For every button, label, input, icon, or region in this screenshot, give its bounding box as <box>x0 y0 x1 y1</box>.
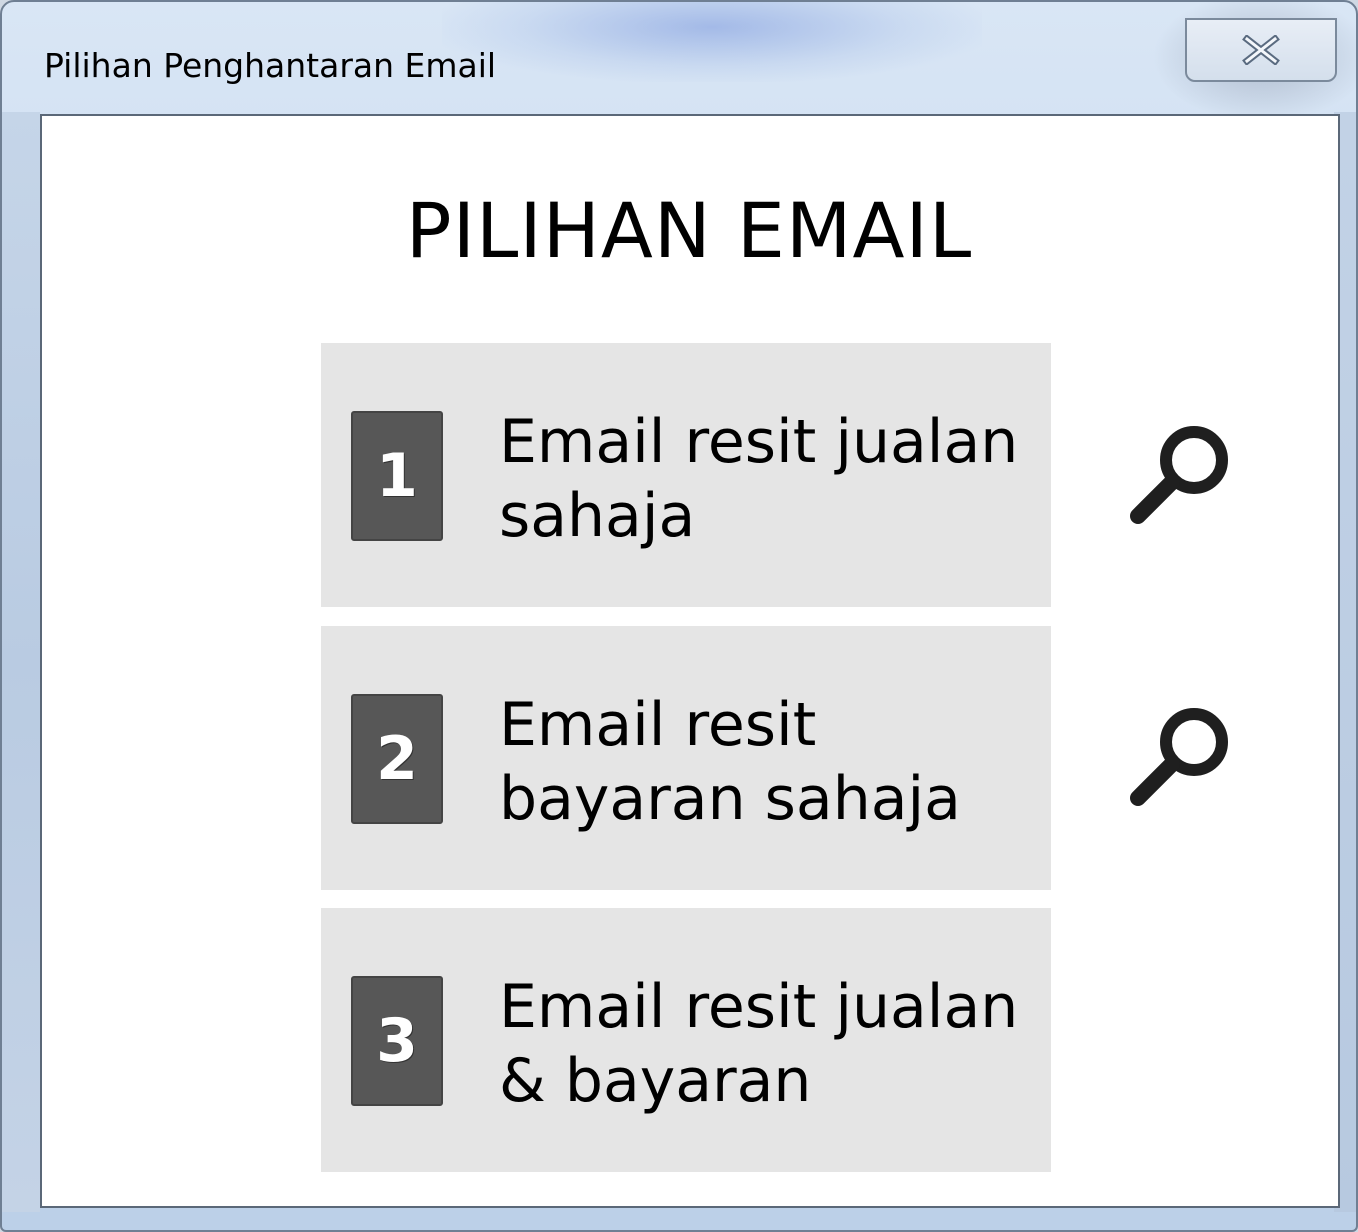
magnifier-icon <box>1126 426 1236 534</box>
option-number-badge: 3 <box>351 976 443 1106</box>
option-label: Email resit bayaran sahaja <box>499 690 961 834</box>
option-email-sales-and-payment-receipt[interactable]: 3 Email resit jualan & bayaran <box>321 908 1051 1172</box>
window-frame-left <box>2 112 40 1212</box>
magnifier-icon <box>1126 708 1236 816</box>
option-number-badge: 1 <box>351 411 443 541</box>
titlebar-glass-effect <box>442 2 982 82</box>
close-button[interactable] <box>1185 18 1337 82</box>
dialog-heading: PILIHAN EMAIL <box>405 186 973 275</box>
option-label: Email resit jualan sahaja <box>499 407 1019 551</box>
option-email-payment-receipt[interactable]: 2 Email resit bayaran sahaja <box>321 626 1051 890</box>
preview-sales-receipt-button[interactable] <box>1126 420 1236 530</box>
close-icon <box>1239 35 1283 65</box>
preview-payment-receipt-button[interactable] <box>1126 702 1236 812</box>
option-email-sales-receipt[interactable]: 1 Email resit jualan sahaja <box>321 343 1051 607</box>
window-title: Pilihan Penghantaran Email <box>44 46 497 85</box>
option-number-badge: 2 <box>351 694 443 824</box>
option-label: Email resit jualan & bayaran <box>499 972 1019 1116</box>
